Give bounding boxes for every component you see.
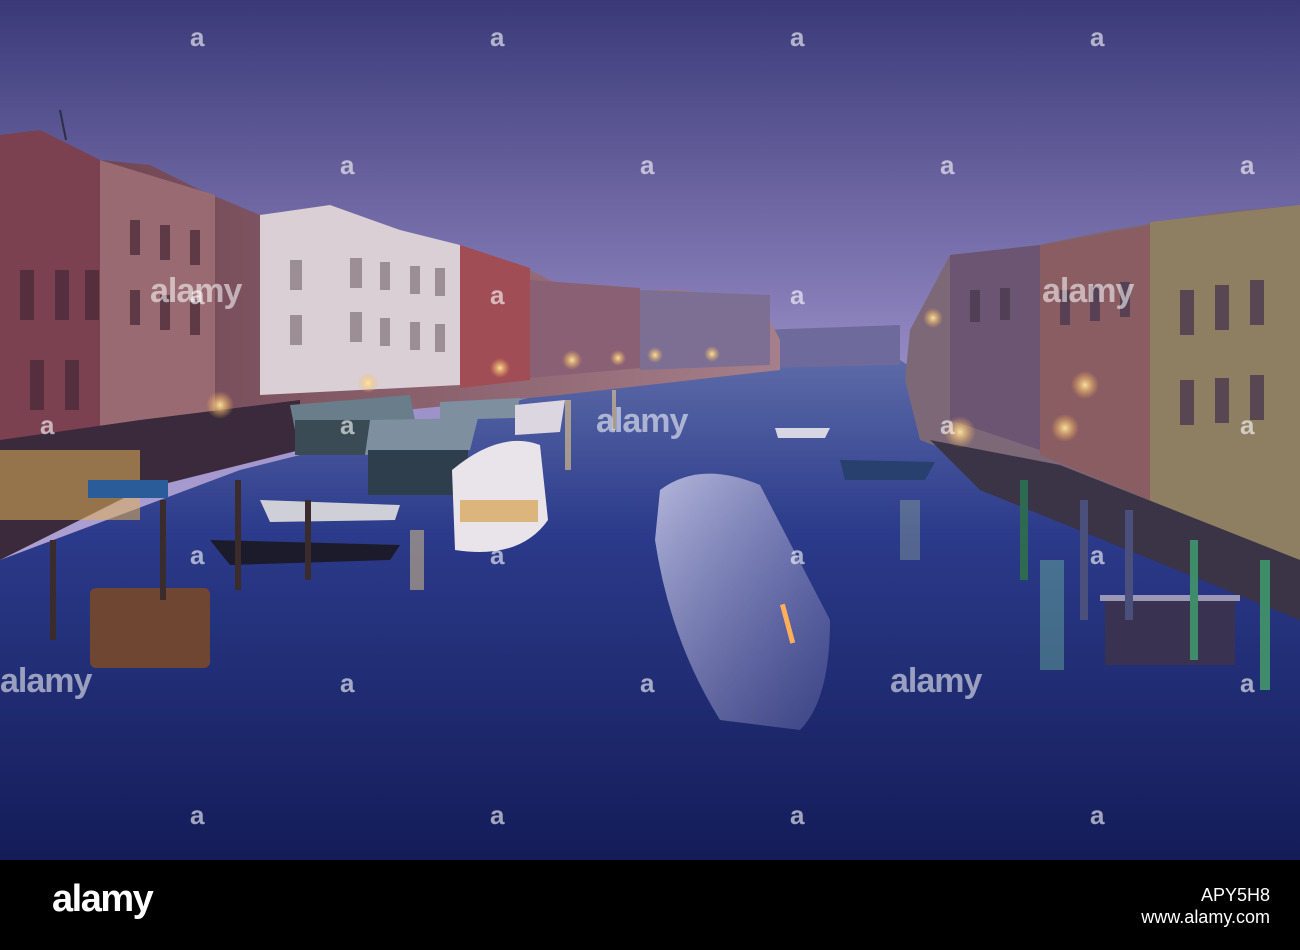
image-id-label: APY5H8 (1200, 885, 1270, 905)
watermark-glyph: a (490, 22, 505, 52)
watermark-glyph: a (190, 540, 205, 570)
watermark-glyph: a (1090, 800, 1105, 830)
brand-logo: alamy (52, 878, 154, 920)
distant-buildings (760, 325, 900, 368)
watermark-glyph: a (790, 280, 805, 310)
stock-photo-page: a a a a a a a a a a a a a a a a a a a a … (0, 0, 1300, 950)
watermark-glyph: a (790, 540, 805, 570)
watermark-word: alamy (890, 662, 982, 700)
watermark-glyph: a (340, 668, 355, 698)
watermark-glyph: a (190, 800, 205, 830)
watermark-glyph: a (1240, 410, 1255, 440)
watermark-glyph: a (40, 410, 55, 440)
watermark-glyph: a (1090, 540, 1105, 570)
watermark-word: alamy (596, 402, 688, 440)
watermark-glyph: a (1240, 668, 1255, 698)
watermark-glyph: a (340, 410, 355, 440)
watermark-glyph: a (640, 150, 655, 180)
stock-image-info: APY5H8 www.alamy.com (1141, 884, 1270, 928)
venice-grand-canal-photo: a a a a a a a a a a a a a a a a a a a a … (0, 0, 1300, 860)
watermark-glyph: a (640, 668, 655, 698)
watermark-glyph: a (340, 150, 355, 180)
watermark-glyph: a (490, 800, 505, 830)
site-url: www.alamy.com (1141, 907, 1270, 927)
watermark-glyph: a (1240, 150, 1255, 180)
watermark-glyph: a (940, 410, 955, 440)
watermark-word: alamy (150, 272, 242, 310)
watermark-word: alamy (1042, 272, 1134, 310)
watermark-glyph: a (490, 280, 505, 310)
watermark-glyph: a (1090, 22, 1105, 52)
watermark-glyph: a (790, 22, 805, 52)
watermark-glyph: a (190, 22, 205, 52)
watermark-glyph: a (940, 150, 955, 180)
watermark-glyph: a (490, 540, 505, 570)
watermark-word: alamy (0, 662, 92, 700)
stock-footer-bar (0, 860, 1300, 950)
watermark-glyph: a (790, 800, 805, 830)
